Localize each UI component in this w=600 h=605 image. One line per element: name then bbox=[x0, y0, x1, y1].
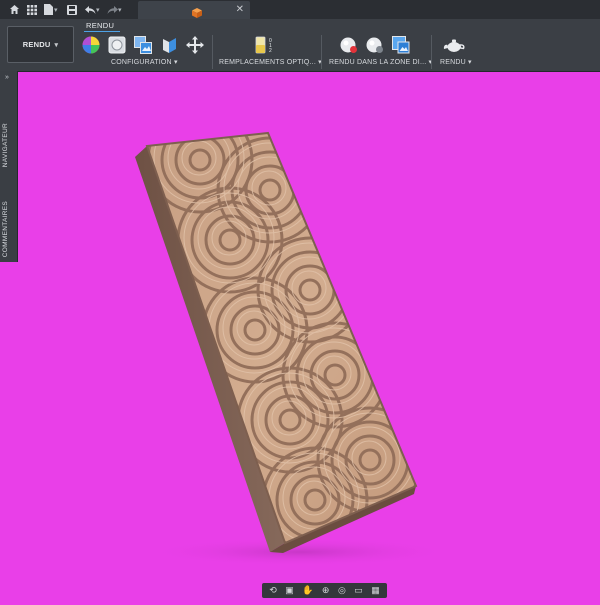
tab-rendu[interactable]: RENDU bbox=[86, 21, 114, 30]
left-panel-strip: » NAVIGATEUR COMMENTAIRES bbox=[0, 71, 18, 262]
group-divider bbox=[212, 35, 213, 69]
save-icon[interactable] bbox=[65, 3, 78, 16]
appearance-icon[interactable] bbox=[82, 36, 100, 54]
group-label-configuration[interactable]: CONFIGURATION ▾ bbox=[111, 58, 178, 66]
close-tab-icon[interactable]: ✕ bbox=[236, 4, 244, 15]
move-icon[interactable] bbox=[186, 36, 204, 54]
ribbon-toolbar: RENDU ▾ RENDU CONFIGURATION ▾ 0 1 2 REMP… bbox=[0, 19, 600, 72]
undo-caret-icon[interactable]: ▾ bbox=[96, 6, 100, 14]
file-menu-caret-icon[interactable]: ▾ bbox=[54, 6, 58, 14]
in-canvas-render-icon[interactable] bbox=[340, 36, 358, 54]
scene-settings-icon[interactable] bbox=[108, 36, 126, 54]
workspace-label: RENDU bbox=[22, 40, 51, 49]
home-icon[interactable] bbox=[8, 3, 21, 16]
capture-image-icon[interactable] bbox=[392, 36, 410, 54]
texture-override-icon[interactable]: 0 1 2 bbox=[254, 36, 276, 54]
group-label-render[interactable]: RENDU ▾ bbox=[440, 58, 472, 66]
grid-settings-icon[interactable]: ▦ bbox=[371, 586, 380, 595]
wooden-tile-model bbox=[135, 131, 450, 566]
group-label-optical-overrides[interactable]: REMPLACEMENTS OPTIQ... ▾ bbox=[219, 58, 322, 66]
group-divider bbox=[321, 35, 322, 69]
comments-panel-tab[interactable]: COMMENTAIRES bbox=[2, 201, 9, 257]
pan-icon[interactable]: ✋ bbox=[302, 586, 313, 595]
look-at-icon[interactable]: ▣ bbox=[285, 586, 294, 595]
zoom-icon[interactable]: ⊕ bbox=[322, 586, 330, 595]
document-tab[interactable]: ✕ bbox=[138, 1, 250, 19]
texture-map-icon[interactable] bbox=[134, 36, 152, 54]
navigator-panel-tab[interactable]: NAVIGATEUR bbox=[2, 123, 9, 167]
workspace-switcher-button[interactable]: RENDU ▾ bbox=[7, 26, 74, 63]
title-bar: ▾ ▾ ▾ ✕ bbox=[0, 0, 600, 19]
expand-panel-icon[interactable]: » bbox=[5, 74, 9, 81]
grid-icon[interactable] bbox=[25, 3, 38, 16]
group-label-in-canvas-render[interactable]: RENDU DANS LA ZONE DI... ▾ bbox=[329, 58, 432, 66]
decal-icon[interactable] bbox=[160, 36, 178, 54]
group-divider bbox=[431, 35, 432, 69]
3d-viewport[interactable] bbox=[17, 72, 600, 600]
active-tab-indicator bbox=[84, 31, 120, 32]
chevron-down-icon: ▾ bbox=[54, 41, 59, 49]
redo-caret-icon[interactable]: ▾ bbox=[118, 6, 122, 14]
fit-icon[interactable]: ◎ bbox=[338, 586, 346, 595]
svg-text:2: 2 bbox=[269, 48, 272, 54]
display-settings-icon[interactable]: ▭ bbox=[354, 586, 363, 595]
orbit-icon[interactable]: ⟲ bbox=[269, 586, 277, 595]
teapot-render-icon[interactable] bbox=[443, 36, 465, 54]
in-canvas-render-settings-icon[interactable] bbox=[366, 36, 384, 54]
navigation-bar: ⟲ ▣ ✋ ⊕ ◎ ▭ ▦ bbox=[262, 583, 387, 598]
